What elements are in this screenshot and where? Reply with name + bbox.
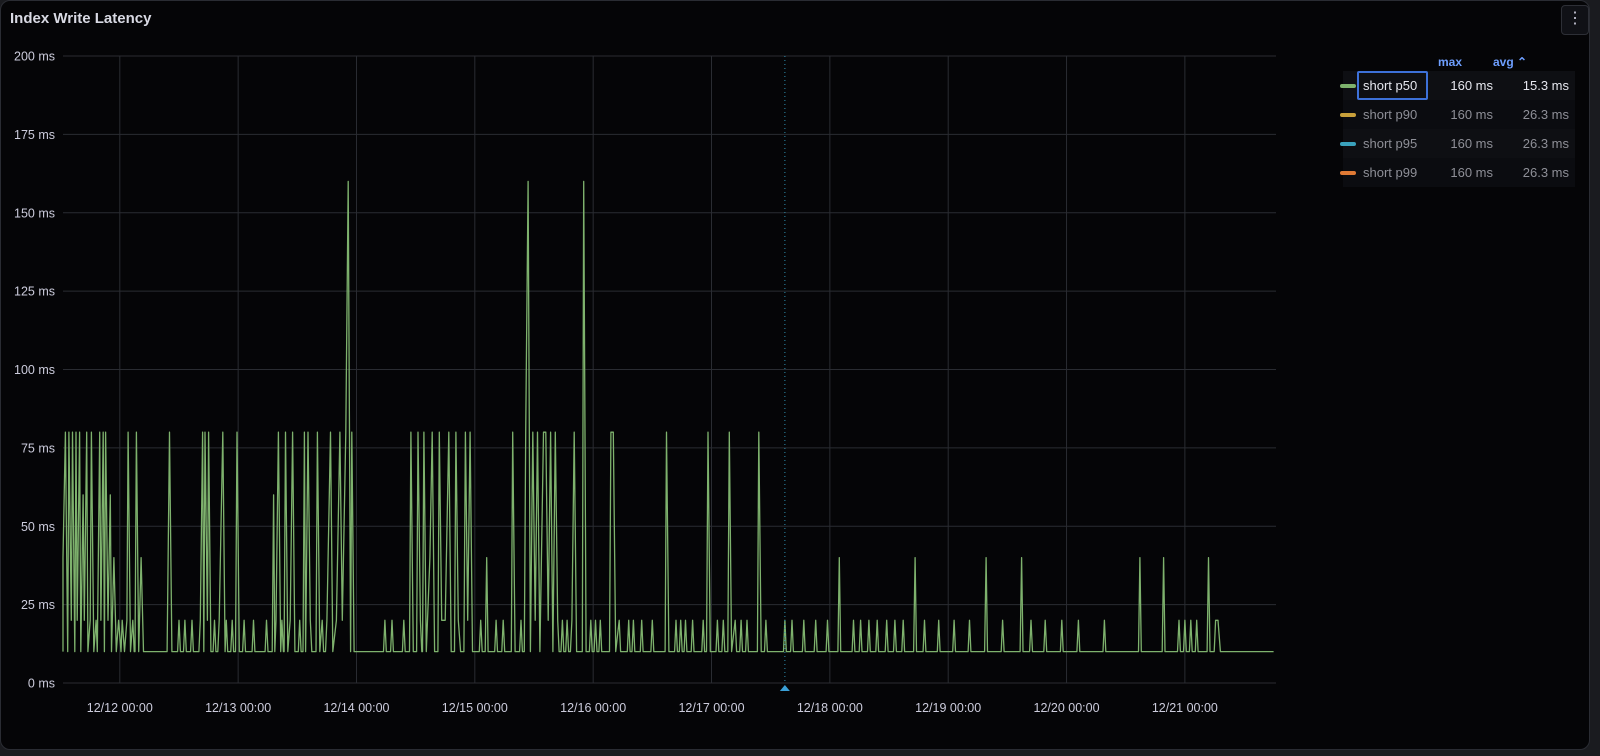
legend-item-name[interactable]: short p99	[1363, 165, 1417, 180]
legend-item-avg: 26.3 ms	[1522, 136, 1569, 151]
y-axis-labels: 0 ms 25 ms 50 ms 75 ms 100 ms 125 ms 150 ms 175…	[14, 50, 55, 691]
y-tick-label: 150 ms	[14, 206, 55, 220]
legend-header-avg[interactable]: avg ⌃	[1493, 55, 1527, 69]
legend-item-name[interactable]: short p90	[1363, 107, 1417, 122]
x-tick-label: 12/13 00:00	[205, 701, 271, 715]
panel-title: Index Write Latency	[10, 10, 152, 27]
series-color-swatch[interactable]	[1340, 84, 1356, 88]
y-tick-label: 0 ms	[28, 677, 55, 691]
legend-item-avg: 15.3 ms	[1522, 78, 1569, 93]
legend-item[interactable]: short p50 160 ms 15.3 ms	[1340, 71, 1575, 100]
legend-item-max: 160 ms	[1450, 107, 1493, 122]
legend-item-name[interactable]: short p95	[1363, 136, 1417, 151]
x-tick-label: 12/14 00:00	[323, 701, 389, 715]
annotation-marker-icon[interactable]	[779, 685, 790, 691]
y-tick-label: 125 ms	[14, 285, 55, 299]
y-tick-label: 75 ms	[21, 441, 55, 455]
legend-item-avg: 26.3 ms	[1522, 107, 1569, 122]
legend-header: max avg ⌃	[1343, 51, 1575, 71]
x-tick-label: 12/16 00:00	[560, 701, 626, 715]
legend-rows: short p50 160 ms 15.3 ms short p90 160 ms 26.…	[1340, 71, 1575, 187]
x-tick-label: 12/20 00:00	[1034, 701, 1100, 715]
series-layer	[62, 180, 1274, 653]
legend-item-max: 160 ms	[1450, 165, 1493, 180]
legend-header-avg-label: avg	[1493, 55, 1514, 69]
y-tick-label: 50 ms	[21, 520, 55, 534]
x-tick-label: 12/17 00:00	[678, 701, 744, 715]
y-tick-label: 25 ms	[21, 598, 55, 612]
legend-item[interactable]: short p95 160 ms 26.3 ms	[1340, 129, 1575, 158]
x-tick-label: 12/15 00:00	[442, 701, 508, 715]
legend-item-max: 160 ms	[1450, 136, 1493, 151]
series-color-swatch[interactable]	[1340, 113, 1356, 117]
series-color-swatch[interactable]	[1340, 142, 1356, 146]
annotation-layer[interactable]	[779, 56, 790, 691]
legend-item[interactable]: short p99 160 ms 26.3 ms	[1340, 158, 1575, 187]
legend-item-avg: 26.3 ms	[1522, 165, 1569, 180]
x-tick-label: 12/18 00:00	[797, 701, 863, 715]
x-tick-label: 12/21 00:00	[1152, 701, 1218, 715]
x-tick-label: 12/12 00:00	[87, 701, 153, 715]
sort-ascending-icon: ⌃	[1517, 55, 1528, 69]
panel-menu-button[interactable]: ⋮	[1561, 5, 1589, 35]
y-tick-label: 175 ms	[14, 128, 55, 142]
panel: 0 ms 25 ms 50 ms 75 ms 100 ms 125 ms 150 ms 175…	[0, 0, 1590, 750]
y-tick-label: 200 ms	[14, 50, 55, 64]
y-tick-label: 100 ms	[14, 363, 55, 377]
kebab-menu-icon: ⋮	[1567, 10, 1583, 27]
legend-item-max: 160 ms	[1450, 78, 1493, 93]
series-line-short-p50	[62, 180, 1274, 653]
legend-header-max[interactable]: max	[1438, 55, 1462, 69]
x-axis-labels: 12/12 00:00 12/13 00:00 12/14 00:00 12/15 0…	[87, 701, 1218, 715]
legend: max avg ⌃ short p50 160 ms 15.3 ms short p9…	[1340, 51, 1575, 187]
series-color-swatch[interactable]	[1340, 171, 1356, 175]
legend-item[interactable]: short p90 160 ms 26.3 ms	[1340, 100, 1575, 129]
legend-item-name[interactable]: short p50	[1363, 78, 1417, 93]
x-tick-label: 12/19 00:00	[915, 701, 981, 715]
horizontal-gridlines	[63, 55, 1276, 684]
